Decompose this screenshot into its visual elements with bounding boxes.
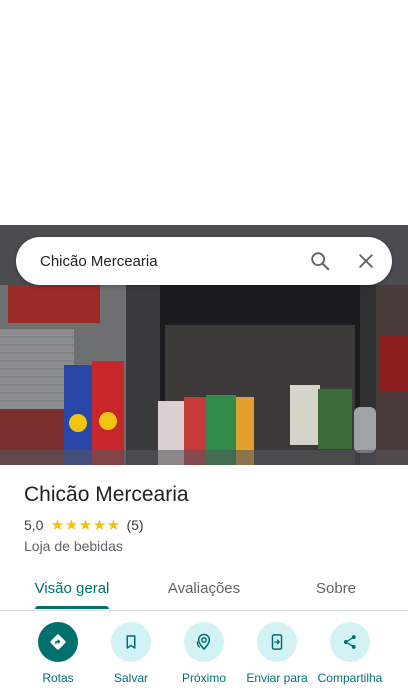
bookmark-icon[interactable]: [111, 622, 151, 662]
search-input[interactable]: Chicão Mercearia: [40, 253, 300, 270]
nearby-icon[interactable]: [184, 622, 224, 662]
send-to-phone-button[interactable]: Enviar para: [237, 622, 317, 685]
place-tabs: Visão geral Avaliações Sobre: [0, 566, 408, 611]
share-button[interactable]: Compartilha: [310, 622, 390, 685]
star-icon: ★: [78, 516, 93, 534]
star-rating: ★ ★ ★ ★ ★: [50, 517, 120, 533]
tab-about[interactable]: Sobre: [286, 566, 386, 610]
tab-overview[interactable]: Visão geral: [22, 566, 122, 610]
action-bar: Rotas Salvar Próximo Enviar para Compart…: [0, 622, 408, 690]
rating-value: 5,0: [24, 517, 44, 533]
rating-row[interactable]: 5,0 ★ ★ ★ ★ ★ (5): [24, 517, 144, 533]
star-icon: ★: [64, 516, 79, 534]
send-to-phone-icon[interactable]: [257, 622, 297, 662]
send-to-phone-label: Enviar para: [246, 671, 308, 685]
star-icon: ★: [106, 516, 121, 534]
tab-reviews[interactable]: Avaliações: [154, 566, 254, 610]
close-icon[interactable]: [346, 241, 386, 281]
review-count[interactable]: (5): [126, 517, 143, 533]
share-icon[interactable]: [330, 622, 370, 662]
star-icon: ★: [50, 516, 65, 534]
place-title: Chicão Mercearia: [24, 483, 189, 506]
save-label: Salvar: [113, 671, 148, 685]
nearby-label: Próximo: [181, 671, 226, 685]
search-bar[interactable]: Chicão Mercearia: [16, 237, 392, 285]
star-icon: ★: [92, 516, 107, 534]
directions-label: Rotas: [42, 671, 74, 685]
directions-icon[interactable]: [38, 622, 78, 662]
active-tab-indicator: [35, 606, 109, 609]
nearby-button[interactable]: Próximo: [164, 622, 244, 685]
place-category: Loja de bebidas: [24, 538, 123, 554]
directions-button[interactable]: Rotas: [18, 622, 98, 685]
search-icon[interactable]: [300, 241, 340, 281]
share-label: Compartilha: [317, 671, 383, 685]
save-button[interactable]: Salvar: [91, 622, 171, 685]
